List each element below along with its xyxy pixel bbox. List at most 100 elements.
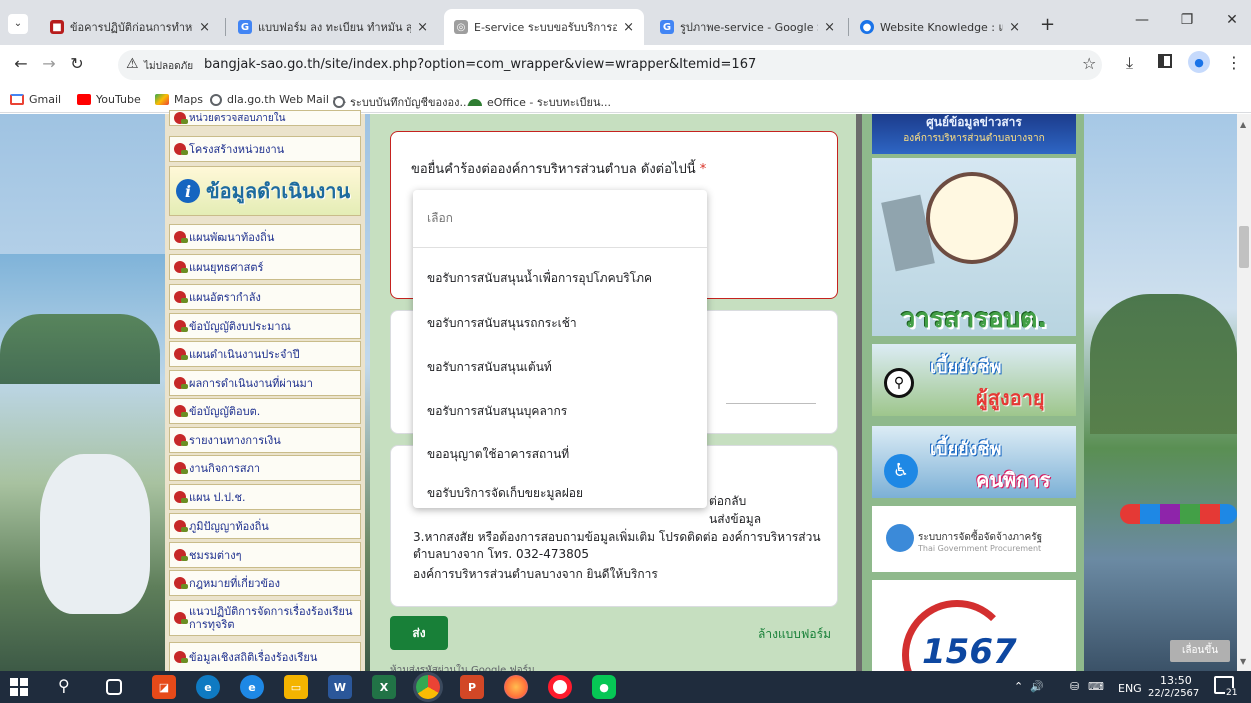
security-label[interactable]: ไม่ปลอดภัย <box>144 59 193 74</box>
side-panel-icon[interactable] <box>1158 54 1172 68</box>
back-icon[interactable]: ← <box>10 54 32 73</box>
bookmark-star-icon[interactable]: ☆ <box>1082 54 1096 73</box>
chrome-icon[interactable] <box>416 675 440 699</box>
youtube-icon <box>77 94 91 105</box>
sidebar-item-council-affairs[interactable]: งานกิจการสภา <box>169 455 361 481</box>
option-water-support[interactable]: ขอรับการสนับสนุนน้ำเพื่อการอุปโภคบริโภค <box>413 258 707 298</box>
sidebar-item-sao-ordinance[interactable]: ข้อบัญญัติอบต. <box>169 398 361 424</box>
warning-icon[interactable]: ⚠ <box>126 56 139 72</box>
reload-icon[interactable]: ↻ <box>66 54 88 73</box>
close-tab-icon[interactable]: × <box>199 20 210 35</box>
sidebar-item-clubs[interactable]: ชมรมต่างๆ <box>169 542 361 568</box>
tab-website-knowledge[interactable]: ● Website Knowledge : แนะ 5 เ × <box>850 9 1030 45</box>
tab-strip: ⌄ ■ ข้อคารปฏิบัติก่อนการทำหมันสัตว์ × G … <box>0 0 1251 45</box>
bookmark-dla-webmail[interactable]: dla.go.th Web Mail :... <box>210 93 347 106</box>
powerpoint-icon[interactable]: P <box>460 675 484 699</box>
sidebar-item-annual-operation-plan[interactable]: แผนดำเนินงานประจำปี <box>169 341 361 367</box>
option-bucket-truck[interactable]: ขอรับการสนับสนุนรถกระเช้า <box>413 303 707 343</box>
clock-time[interactable]: 13:50 <box>1160 674 1192 687</box>
elderly-allowance-banner[interactable]: ⚲ เบี้ยยังชีพ ผู้สูงอายุ <box>872 344 1076 416</box>
journal-banner[interactable]: วารสารอบต. <box>872 158 1076 336</box>
firefox-icon[interactable] <box>504 675 528 699</box>
line-icon[interactable]: ● <box>592 675 616 699</box>
disability-allowance-banner[interactable]: ♿ เบี้ยยังชีพ คนพิการ <box>872 426 1076 498</box>
option-personnel[interactable]: ขอรับการสนับสนุนบุคลากร <box>413 391 707 431</box>
start-button[interactable] <box>10 678 28 696</box>
sidebar-item-organization-structure[interactable]: โครงสร้างหน่วยงาน <box>169 136 361 162</box>
sidebar-item-manpower-plan[interactable]: แผนอัตรากำลัง <box>169 284 361 310</box>
word-icon[interactable]: W <box>328 675 352 699</box>
scrollbar-thumb[interactable] <box>1239 226 1249 268</box>
info-center-banner[interactable]: ศูนย์ข้อมูลข่าวสาร องค์การบริหารส่วนตำบล… <box>872 114 1076 154</box>
bookmark-maps[interactable]: Maps <box>155 93 203 106</box>
egp-banner[interactable]: ระบบการจัดซื้อจัดจ้างภาครัฐ Thai Governm… <box>872 506 1076 572</box>
file-explorer-icon[interactable]: ▭ <box>284 675 308 699</box>
clear-form-link[interactable]: ล้างแบบฟอร์ม <box>758 625 831 644</box>
network-icon[interactable]: ⛁ <box>1070 680 1079 693</box>
close-tab-icon[interactable]: × <box>1009 20 1020 35</box>
close-window-button[interactable]: ✕ <box>1220 12 1244 28</box>
tab-google-images[interactable]: G รูปภาพe-service - Google Se × <box>650 9 845 45</box>
answer-underline <box>726 403 816 404</box>
keyboard-icon[interactable]: ⌨ <box>1088 680 1104 693</box>
globe-icon: ◎ <box>454 20 468 34</box>
clock-date[interactable]: 22/2/2567 <box>1148 688 1199 699</box>
scroll-down-arrow-icon[interactable]: ▼ <box>1240 657 1246 666</box>
option-garbage-collection[interactable]: ขอรับบริการจัดเก็บขยะมูลฝอย <box>413 478 707 508</box>
submit-button[interactable]: ส่ง <box>390 616 448 650</box>
bookmark-accounting[interactable]: ระบบบันทึกบัญชีขององ... <box>333 93 470 111</box>
flower-bullet-icon <box>174 520 188 532</box>
sidebar-item-local-wisdom[interactable]: ภูมิปัญญาท้องถิ่น <box>169 513 361 539</box>
bookmark-eoffice[interactable]: eOffice - ระบบทะเบียน... <box>468 93 611 111</box>
tab-animal-sterilization[interactable]: ■ ข้อคารปฏิบัติก่อนการทำหมันสัตว์ × <box>40 9 220 45</box>
sidebar-item-local-development-plan[interactable]: แผนพัฒนาท้องถิ่น <box>169 224 361 250</box>
url-text[interactable]: bangjak-sao.go.th/site/index.php?option=… <box>204 57 756 72</box>
page-scrollbar[interactable]: ▲ ▼ <box>1237 114 1251 671</box>
forward-icon[interactable]: → <box>38 54 60 73</box>
flower-bullet-icon <box>174 112 188 124</box>
address-bar[interactable]: ⚠ ไม่ปลอดภัย bangjak-sao.go.th/site/inde… <box>118 50 1102 80</box>
ie-icon[interactable]: e <box>240 675 264 699</box>
sidebar-item-internal-audit[interactable]: หน่วยตรวจสอบภายใน <box>169 110 361 126</box>
info-line-4: องค์การบริหารส่วนตำบลบางจาก ยินดีให้บริก… <box>413 567 658 581</box>
search-icon[interactable]: ⚲ <box>58 676 70 695</box>
sidebar-item-related-laws[interactable]: กฎหมายที่เกี่ยวข้อง <box>169 570 361 596</box>
tab-registration-form[interactable]: G แบบฟอร์ม ลง ทะเบียน ทำหมัน สุนั × <box>228 9 438 45</box>
sidebar-item-financial-report[interactable]: รายงานทางการเงิน <box>169 427 361 453</box>
volume-icon[interactable]: 🔊 <box>1030 680 1044 693</box>
option-building-use[interactable]: ขออนุญาตใช้อาคารสถานที่ <box>413 434 707 474</box>
close-tab-icon[interactable]: × <box>824 20 835 35</box>
tab-e-service[interactable]: ◎ E-service ระบบขอรับบริการออน × <box>444 9 644 45</box>
sidebar-item-strategic-plan[interactable]: แผนยุทธศาสตร์ <box>169 254 361 280</box>
sidebar-item-corruption-complaint-guideline[interactable]: แนวปฏิบัติการจัดการเรื่องร้องเรียนการทุจ… <box>169 600 361 636</box>
restore-button[interactable]: ❐ <box>1175 12 1199 28</box>
sidebar-item-nacc-plan[interactable]: แผน ป.ป.ช. <box>169 484 361 510</box>
minimize-button[interactable]: — <box>1130 12 1154 28</box>
info-fragment-1: ต่อกลับ <box>709 494 747 508</box>
hotline-banner[interactable]: 1567 <box>872 580 1076 671</box>
edge-icon[interactable]: e <box>196 675 220 699</box>
option-tent[interactable]: ขอรับการสนับสนุนเต้นท์ <box>413 347 707 387</box>
bookmark-gmail[interactable]: Gmail <box>10 93 61 106</box>
sidebar-item-complaint-statistics[interactable]: ข้อมูลเชิงสถิติเรื่องร้องเรียน <box>169 642 361 672</box>
scroll-up-button[interactable]: เลื่อนขึ้น <box>1170 640 1230 662</box>
dropdown-placeholder-option[interactable]: เลือก <box>413 190 707 248</box>
close-tab-icon[interactable]: × <box>417 20 428 35</box>
excel-icon[interactable]: X <box>372 675 396 699</box>
language-indicator[interactable]: ENG <box>1118 682 1142 695</box>
task-view-icon[interactable] <box>106 679 122 695</box>
bookmark-youtube[interactable]: YouTube <box>77 93 141 106</box>
info-line-3: 3.หากสงสัย หรือต้องการสอบถามข้อมูลเพิ่มเ… <box>413 530 821 561</box>
download-icon[interactable]: ⤓ <box>1126 53 1133 73</box>
close-tab-icon[interactable]: × <box>623 20 634 35</box>
new-tab-button[interactable]: + <box>1040 14 1055 35</box>
sidebar-item-budget-ordinance[interactable]: ข้อบัญญัติงบประมาณ <box>169 313 361 339</box>
tab-search-button[interactable]: ⌄ <box>8 14 28 34</box>
menu-icon[interactable]: ⋮ <box>1226 53 1242 72</box>
profile-avatar[interactable]: ● <box>1188 51 1210 73</box>
tray-chevron-icon[interactable]: ⌃ <box>1014 680 1023 693</box>
scroll-up-arrow-icon[interactable]: ▲ <box>1240 120 1246 129</box>
sidebar-item-past-results[interactable]: ผลการดำเนินงานที่ผ่านมา <box>169 370 361 396</box>
opera-icon[interactable] <box>548 675 572 699</box>
office-icon[interactable]: ◪ <box>152 675 176 699</box>
